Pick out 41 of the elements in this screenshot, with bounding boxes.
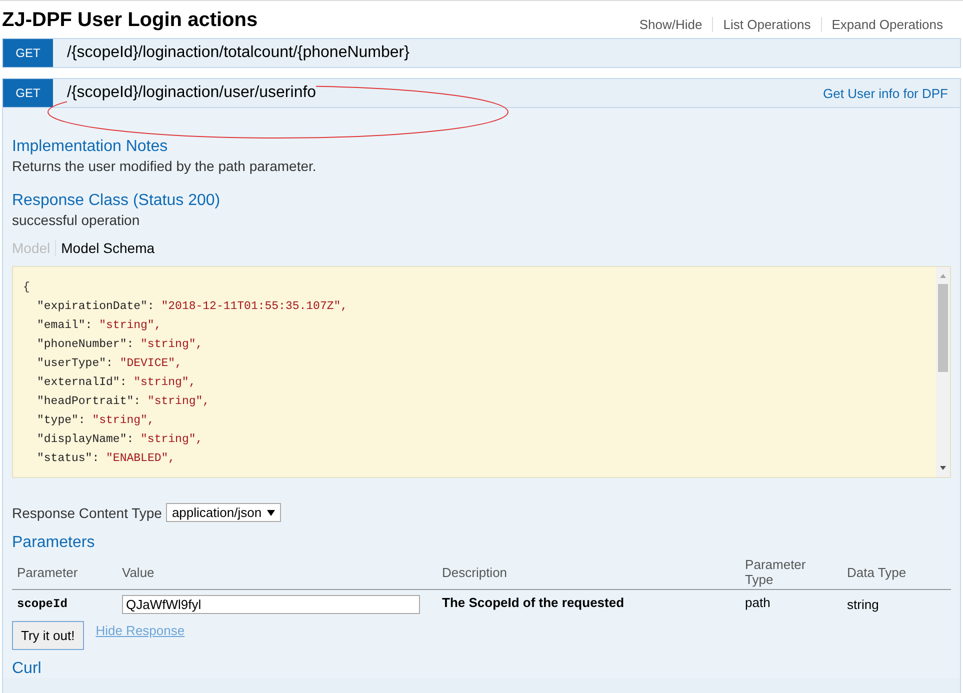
code-line: "email": "string", <box>36 318 162 334</box>
operation-path[interactable]: /{scopeId}/loginaction/totalcount/{phoneNumber} <box>67 43 410 63</box>
response-text: successful operation <box>12 212 141 228</box>
data-type: string <box>847 597 879 612</box>
column-header: Description <box>437 555 740 590</box>
section-heading: Response Class (Status 200) <box>12 192 222 210</box>
scrollbar[interactable] <box>936 267 950 477</box>
model-tab[interactable]: Model Schema <box>55 240 160 256</box>
content-type-label: Response Content Type <box>12 504 162 520</box>
header-link[interactable]: Show/Hide <box>629 17 712 32</box>
code-line: { <box>23 280 31 296</box>
code-line: "type": "string", <box>36 413 156 429</box>
column-header: Data Type <box>842 555 951 590</box>
code-line: "expirationDate": "2018-12-11T01:55:35.107Z", <box>36 299 349 315</box>
content-type-select[interactable]: application/json <box>166 503 281 522</box>
column-header: Parameter <box>12 555 117 590</box>
column-header: Value <box>117 555 437 590</box>
header-link[interactable]: List Operations <box>712 17 821 32</box>
parameter-input[interactable]: QJaWfWl9fyl <box>122 595 420 614</box>
parameter-type: path <box>745 595 770 610</box>
code-line: "status": "ENABLED", <box>36 451 176 467</box>
code-line: "externalId": "string", <box>36 375 197 391</box>
try-it-out-button[interactable]: Try it out! <box>12 621 84 650</box>
parameter-description: The ScopeId of the requested <box>442 595 624 610</box>
dropdown-arrow-icon <box>266 510 275 516</box>
section-heading: Implementation Notes <box>12 138 169 156</box>
parameter-name: scopeId <box>17 597 68 611</box>
http-method-badge[interactable]: GET <box>3 39 53 67</box>
notes-text: Returns the user modified by the path parameter. <box>12 158 318 174</box>
code-line: "displayName": "string", <box>36 432 204 448</box>
column-header: Parameter Type <box>740 555 842 590</box>
operation-path[interactable]: /{scopeId}/loginaction/user/userinfo <box>67 83 316 103</box>
code-line: "phoneNumber": "string", <box>36 337 204 353</box>
code-line: "headPortrait": "string", <box>36 394 211 410</box>
section-heading: Curl <box>12 660 42 678</box>
operation-summary[interactable]: Get User info for DPF <box>823 86 948 100</box>
http-method-badge[interactable]: GET <box>3 79 53 107</box>
resource-title: ZJ-DPF User Login actions <box>2 9 258 32</box>
code-line: "userType": "DEVICE", <box>36 356 183 372</box>
header-link[interactable]: Expand Operations <box>820 17 953 32</box>
section-heading: Parameters <box>12 534 96 552</box>
